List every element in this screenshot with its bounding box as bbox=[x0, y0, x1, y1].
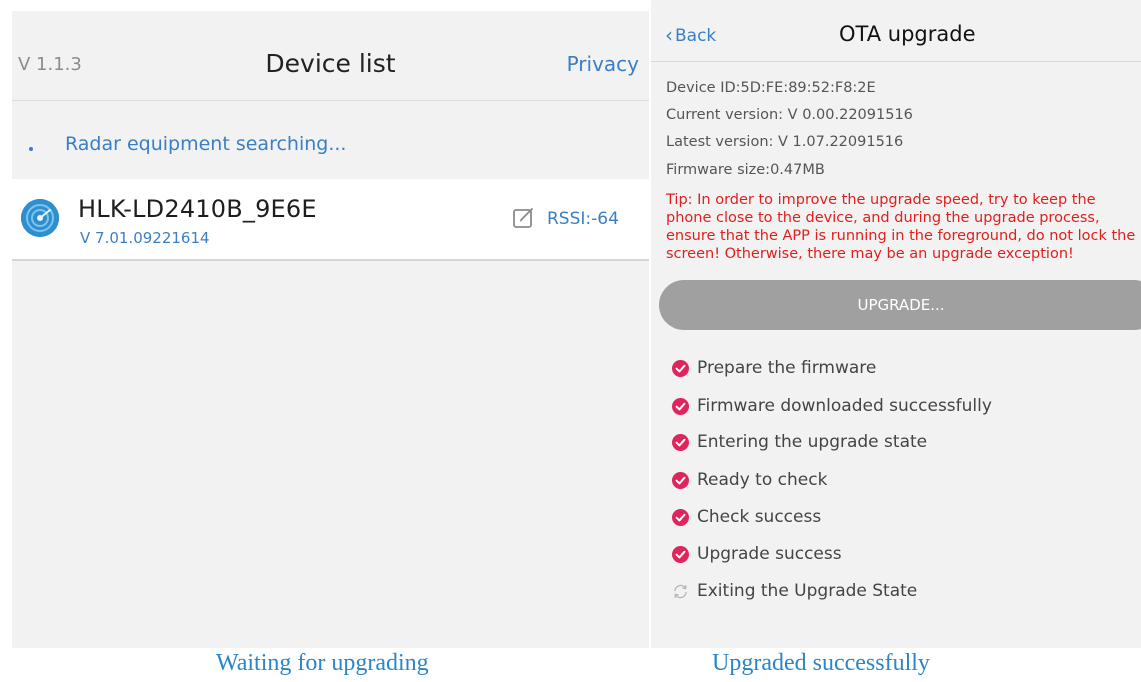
left-caption: Waiting for upgrading bbox=[216, 650, 429, 676]
device-list-item[interactable]: HLK-LD2410B_9E6E V 7.01.09221614 RSSI:-6… bbox=[12, 179, 649, 261]
check-circle-icon bbox=[672, 397, 689, 415]
upgrade-button-label: UPGRADE... bbox=[857, 296, 945, 314]
privacy-link[interactable]: Privacy bbox=[567, 52, 639, 76]
check-circle-icon bbox=[672, 508, 689, 526]
page-title: Device list bbox=[265, 49, 396, 78]
step-item: Exiting the Upgrade State bbox=[672, 579, 917, 603]
edit-icon[interactable] bbox=[512, 205, 536, 229]
loading-spinner-icon bbox=[29, 147, 33, 151]
rssi-value: RSSI:-64 bbox=[547, 209, 619, 229]
ota-header: ‹ Back OTA upgrade bbox=[651, 0, 1141, 62]
step-label: Upgrade success bbox=[697, 544, 842, 564]
upgrade-tip: Tip: In order to improve the upgrade spe… bbox=[666, 192, 1136, 262]
search-status-row: Radar equipment searching... bbox=[12, 102, 649, 178]
check-circle-icon bbox=[672, 359, 689, 377]
check-circle-icon bbox=[672, 471, 689, 489]
latest-version: Latest version: V 1.07.22091516 bbox=[666, 134, 904, 150]
upgrade-button[interactable]: UPGRADE... bbox=[659, 280, 1141, 330]
step-item: Upgrade success bbox=[672, 542, 842, 566]
step-item: Check success bbox=[672, 505, 821, 529]
chevron-left-icon: ‹ bbox=[665, 23, 673, 47]
device-id: Device ID:5D:FE:89:52:F8:2E bbox=[666, 80, 876, 96]
step-label: Entering the upgrade state bbox=[697, 432, 928, 452]
device-list-screen: V 1.1.3 Device list Privacy Radar equipm… bbox=[12, 11, 649, 648]
radar-device-icon bbox=[21, 199, 59, 237]
back-label: Back bbox=[675, 26, 717, 46]
step-item: Prepare the firmware bbox=[672, 356, 876, 380]
back-button[interactable]: ‹ Back bbox=[665, 22, 717, 47]
device-version: V 7.01.09221614 bbox=[80, 229, 210, 247]
right-caption: Upgraded successfully bbox=[712, 650, 930, 676]
device-name: HLK-LD2410B_9E6E bbox=[78, 195, 317, 223]
check-circle-icon bbox=[672, 433, 689, 451]
step-item: Entering the upgrade state bbox=[672, 430, 927, 454]
step-item: Firmware downloaded successfully bbox=[672, 394, 992, 418]
step-label: Firmware downloaded successfully bbox=[697, 396, 992, 416]
step-label: Prepare the firmware bbox=[697, 358, 877, 378]
step-item: Ready to check bbox=[672, 468, 827, 492]
device-list-header: V 1.1.3 Device list Privacy bbox=[12, 11, 649, 101]
step-label: Ready to check bbox=[697, 470, 828, 490]
current-version: Current version: V 0.00.22091516 bbox=[666, 107, 913, 123]
step-label: Exiting the Upgrade State bbox=[697, 581, 918, 601]
check-circle-icon bbox=[672, 545, 689, 563]
ota-upgrade-screen: ‹ Back OTA upgrade Device ID:5D:FE:89:52:… bbox=[651, 0, 1141, 648]
search-status-text: Radar equipment searching... bbox=[65, 133, 347, 155]
page-title: OTA upgrade bbox=[839, 22, 976, 46]
firmware-size: Firmware size:0.47MB bbox=[666, 162, 825, 178]
refresh-icon bbox=[674, 584, 687, 598]
step-label: Check success bbox=[697, 507, 822, 527]
